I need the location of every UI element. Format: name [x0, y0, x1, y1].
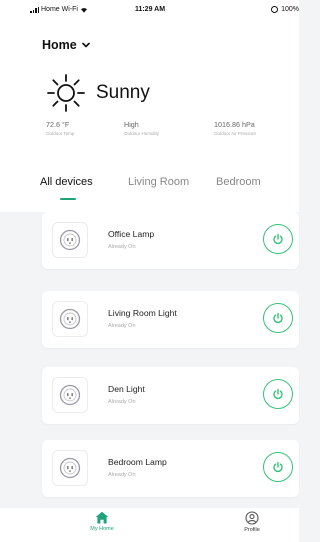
home-icon [95, 511, 109, 524]
device-card-office-lamp[interactable]: Office Lamp Already On [42, 212, 299, 269]
device-name: Living Room Light [108, 308, 177, 318]
nav-label-profile: Profile [244, 527, 260, 533]
device-card-den-light[interactable]: Den Light Already On [42, 367, 299, 424]
power-button[interactable] [263, 303, 293, 333]
sun-icon [47, 74, 85, 112]
wifi-icon [80, 7, 87, 13]
power-button[interactable] [263, 452, 293, 482]
smart-plug-icon [52, 222, 88, 258]
pressure-metric: 1016.86 hPa Outdoor Air Pressure [214, 120, 256, 136]
profile-icon [245, 511, 259, 525]
pressure-value: 1016.86 hPa [214, 120, 255, 129]
top-area: Home Sunny 72.6 °F Outdoor Temp High Out [0, 18, 299, 212]
device-name: Bedroom Lamp [108, 457, 167, 467]
temperature-value: 72.6 °F [46, 120, 70, 129]
humidity-metric: High Outdoor Humidity [124, 120, 159, 136]
nav-label-my-home: My Home [90, 526, 114, 532]
device-status: Already On [108, 244, 136, 250]
device-status: Already On [108, 399, 136, 405]
power-icon [273, 388, 283, 400]
power-icon [273, 461, 283, 473]
nav-item-profile[interactable]: Profile [222, 511, 282, 533]
status-bar: Home Wi-Fi 11:29 AM 100% [0, 0, 299, 18]
smart-plug-icon [52, 301, 88, 337]
room-tabs: All devices Living Room Bedroom [0, 176, 299, 200]
carrier-label: Home Wi-Fi [41, 6, 78, 13]
device-card-bedroom-lamp[interactable]: Bedroom Lamp Already On [42, 440, 299, 497]
battery-label: 100% [281, 6, 299, 13]
weather-summary: Sunny [46, 73, 150, 113]
power-icon [273, 233, 283, 245]
power-icon [273, 312, 283, 324]
pressure-label: Outdoor Air Pressure [214, 131, 257, 136]
device-name: Den Light [108, 384, 145, 394]
device-status: Already On [108, 472, 136, 478]
power-button[interactable] [263, 224, 293, 254]
status-left: Home Wi-Fi [30, 6, 88, 13]
tab-all-devices[interactable]: All devices [40, 176, 93, 188]
status-right: 100% [271, 6, 299, 13]
signal-icon [30, 6, 39, 13]
power-button[interactable] [263, 379, 293, 409]
bottom-nav: My Home Profile [0, 508, 299, 542]
home-label: Home [42, 38, 77, 52]
nav-item-my-home[interactable]: My Home [72, 511, 132, 532]
smart-plug-icon [52, 377, 88, 413]
chevron-down-icon [81, 42, 90, 48]
temperature-metric: 72.6 °F Outdoor Temp [46, 120, 74, 136]
tab-living-room[interactable]: Living Room [128, 176, 189, 188]
status-time: 11:29 AM [134, 6, 166, 13]
active-tab-indicator [60, 198, 76, 200]
humidity-label: Outdoor Humidity [124, 131, 160, 136]
home-selector[interactable]: Home [42, 38, 90, 52]
tab-bedroom[interactable]: Bedroom [216, 176, 261, 188]
battery-icon [271, 6, 279, 13]
device-name: Office Lamp [108, 229, 155, 239]
humidity-value: High [124, 120, 139, 129]
device-status: Already On [108, 323, 136, 329]
smart-plug-icon [52, 450, 88, 486]
temperature-label: Outdoor Temp [46, 131, 75, 136]
device-card-living-room-light[interactable]: Living Room Light Already On [42, 291, 299, 348]
weather-condition: Sunny [96, 82, 150, 103]
